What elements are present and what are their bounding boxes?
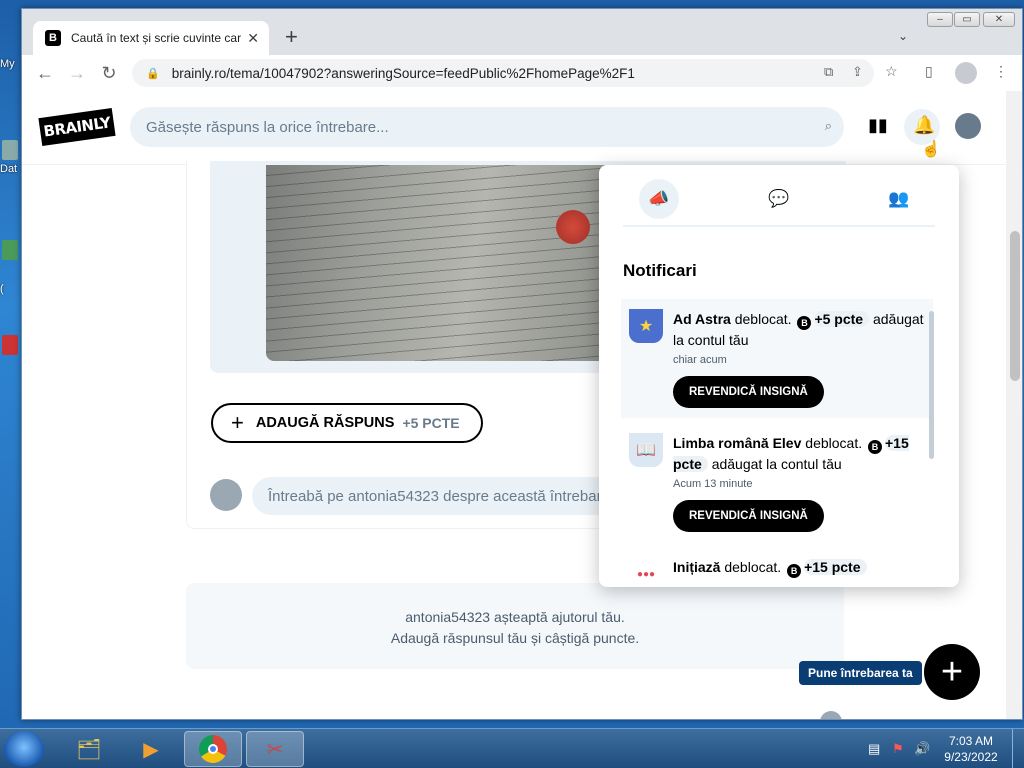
user-avatar[interactable] (955, 113, 981, 139)
notification-item[interactable]: 📖 Limba română Elev deblocat. B +15 pcte … (621, 423, 933, 542)
profile-avatar[interactable] (955, 62, 977, 84)
notification-time: chiar acum (673, 354, 727, 366)
hand-cursor-icon: ☝ (921, 141, 941, 158)
tab-title: Caută în text și scrie cuvinte care (71, 31, 242, 45)
leaderboard-icon[interactable]: ▮▮ (868, 115, 888, 136)
added-text: adăugat la contul tău (711, 456, 842, 472)
maximize-button[interactable]: ▭ (954, 12, 980, 27)
add-answer-button[interactable]: + ADAUGĂ RĂSPUNS +5 PCTE (211, 403, 483, 443)
points-coin-icon: B (868, 440, 882, 454)
notification-list: ★ Ad Astra deblocat. B +5 pcte adăugat la… (599, 299, 939, 587)
badge-star-icon: ★ (629, 309, 663, 343)
clock-date: 9/23/2022 (944, 750, 998, 764)
show-desktop-button[interactable] (1012, 729, 1024, 768)
waiting-banner: antonia54323 așteaptă ajutorul tău. Adau… (186, 583, 844, 669)
tab-messages-icon[interactable]: 💬 (759, 179, 799, 219)
bell-icon[interactable]: 🔔 (913, 115, 935, 136)
badge-name: Ad Astra (673, 311, 731, 327)
action-center-flag-icon[interactable]: ⚑ (892, 741, 904, 757)
site-header: BRAINLY Găsește răspuns la orice întreba… (22, 91, 1006, 165)
unlocked-text: deblocat. (724, 559, 782, 575)
points-value: +15 pcte (804, 559, 867, 575)
media-player-icon[interactable]: ▶ (122, 731, 180, 767)
add-answer-label: ADAUGĂ RĂSPUNS (255, 415, 395, 431)
tab-announcements-icon[interactable]: 📣 (639, 179, 679, 219)
reload-button[interactable]: ↻ (98, 62, 120, 84)
badge-book-icon: 📖 (629, 433, 663, 467)
address-bar[interactable]: 🔒 brainly.ro/tema/10047902?answeringSour… (132, 59, 874, 87)
notifications-title: Notificari (623, 261, 697, 280)
badge-name: Limba română Elev (673, 435, 802, 451)
desktop-icon-label[interactable]: ( (0, 283, 4, 295)
clock-time: 7:03 AM (948, 734, 994, 748)
badge-name: Inițiază (673, 559, 721, 575)
add-answer-points: +5 PCTE (402, 415, 460, 431)
unlocked-text: deblocat. (805, 435, 863, 451)
url-text[interactable]: brainly.ro/tema/10047902?answeringSource… (172, 66, 635, 81)
notification-item[interactable]: ●●● Inițiază deblocat. B +15 pcte (621, 547, 933, 587)
points-coin-icon: B (787, 564, 802, 578)
photo-red-sticker (556, 210, 590, 244)
notification-scrollbar[interactable] (929, 311, 934, 459)
search-placeholder: Găsește răspuns la orice întrebare... (146, 118, 389, 136)
network-icon[interactable]: ▤ (868, 741, 880, 757)
system-clock[interactable]: 7:03 AM 9/23/2022 (936, 733, 1006, 765)
points-coin-icon: B (797, 316, 812, 330)
unlocked-text: deblocat. (734, 311, 792, 327)
question-photo[interactable] (266, 165, 606, 361)
waiting-line-1: antonia54323 așteaptă ajutorul tău. (405, 609, 625, 625)
user-avatar-peek (820, 711, 842, 719)
claim-badge-button[interactable]: REVENDICĂ INSIGNĂ (673, 500, 824, 532)
start-button[interactable] (4, 731, 44, 767)
browser-toolbar: ← → ↻ 🔒 brainly.ro/tema/10047902?answeri… (22, 55, 1022, 91)
browser-tab[interactable]: B Caută în text și scrie cuvinte care ✕ (33, 21, 269, 55)
notifications-popover: 📣 💬 👥 Notificari ★ Ad Astra deblocat. B +… (599, 165, 959, 587)
close-window-button[interactable]: ✕ (983, 12, 1015, 27)
search-input[interactable]: Găsește răspuns la orice întrebare... ⌕ (130, 107, 844, 147)
desktop-icon-label[interactable]: Dat (0, 163, 17, 175)
points-value: +5 pcte (814, 311, 870, 327)
share-icon[interactable]: ⇪ (852, 64, 863, 80)
ask-question-button[interactable]: + (924, 644, 980, 700)
desktop-shortcut-icon[interactable] (2, 240, 18, 260)
notification-item[interactable]: ★ Ad Astra deblocat. B +5 pcte adăugat la… (621, 299, 933, 418)
scrollbar-thumb[interactable] (1010, 231, 1020, 381)
page-viewport: BRAINLY Găsește răspuns la orice întreba… (22, 91, 1006, 719)
notification-time: Acum 13 minute (673, 478, 753, 490)
browser-window: B Caută în text și scrie cuvinte care ✕ … (21, 8, 1023, 720)
tab-friends-icon[interactable]: 👥 (879, 179, 919, 219)
tab-strip: B Caută în text și scrie cuvinte care ✕ … (22, 9, 1022, 55)
lock-icon[interactable]: 🔒 (146, 67, 160, 80)
badge-dots-icon: ●●● (629, 557, 663, 587)
desktop-shortcut-icon[interactable] (2, 335, 18, 355)
chrome-icon[interactable] (184, 731, 242, 767)
desktop-shortcut-icon[interactable] (2, 140, 18, 160)
brainly-logo[interactable]: BRAINLY (38, 107, 116, 147)
comment-placeholder: Întreabă pe antonia54323 despre această … (268, 487, 623, 505)
page-scrollbar[interactable] (1006, 91, 1022, 719)
explorer-icon[interactable]: 🗂 (60, 731, 118, 767)
ask-question-label[interactable]: Pune întrebarea ta (799, 661, 922, 685)
side-panel-icon[interactable]: ▯ (925, 63, 933, 80)
plus-icon: + (231, 410, 244, 435)
claim-badge-button[interactable]: REVENDICĂ INSIGNĂ (673, 376, 824, 408)
minimize-button[interactable]: ‒ (927, 12, 953, 27)
bookmark-star-icon[interactable]: ☆ (885, 63, 898, 80)
forward-button[interactable]: → (66, 62, 88, 84)
desktop-icon-label[interactable]: My (0, 58, 15, 70)
translate-icon[interactable]: ⧉ (824, 64, 833, 80)
snipping-tool-icon[interactable]: ✂ (246, 731, 304, 767)
back-button[interactable]: ← (34, 62, 56, 84)
waiting-line-2: Adaugă răspunsul tău și câștigă puncte. (390, 630, 640, 646)
notification-tabs: 📣 💬 👥 (623, 179, 935, 227)
menu-kebab-icon[interactable]: ⋮ (994, 63, 1008, 80)
tab-search-chevron-icon[interactable]: ⌄ (898, 29, 908, 43)
taskbar: 🗂 ▶ ✂ ▤ ⚑ 🔊 7:03 AM 9/23/2022 (0, 728, 1024, 768)
brainly-favicon-icon: B (45, 30, 61, 46)
search-icon[interactable]: ⌕ (825, 118, 832, 134)
comment-avatar (210, 479, 242, 511)
new-tab-button[interactable]: + (285, 26, 298, 48)
tab-close-icon[interactable]: ✕ (247, 30, 259, 47)
volume-icon[interactable]: 🔊 (914, 741, 930, 757)
